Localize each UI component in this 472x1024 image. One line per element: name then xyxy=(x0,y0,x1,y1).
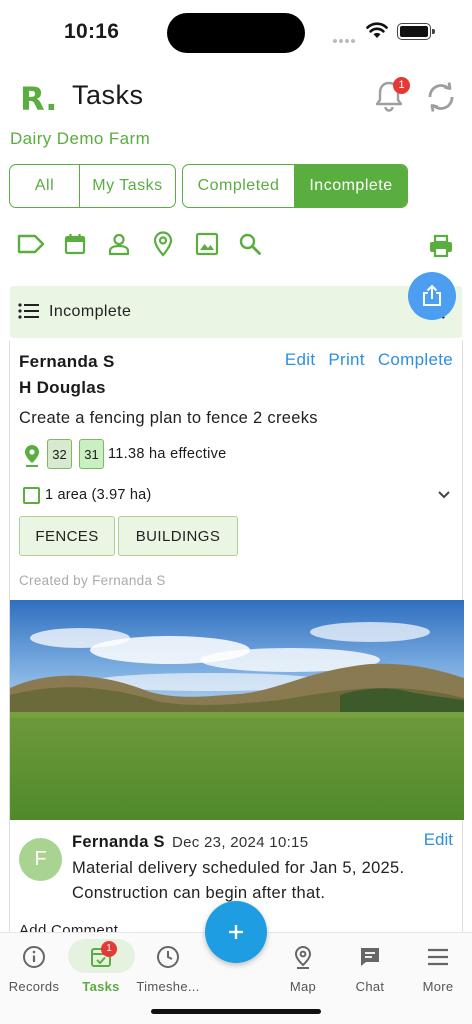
task-photo[interactable] xyxy=(10,600,464,820)
status-time: 10:16 xyxy=(64,20,120,43)
paddock-badge[interactable]: 31 xyxy=(79,439,104,469)
calendar-icon[interactable] xyxy=(60,229,90,259)
sync-icon[interactable] xyxy=(424,80,458,114)
avatar: F xyxy=(19,838,62,881)
status-bar: 10:16 xyxy=(0,0,472,60)
active-filter-banner: Incomplete xyxy=(10,286,462,338)
status-filter-group: Completed Incomplete xyxy=(182,164,408,208)
info-icon xyxy=(23,946,45,968)
print-icon[interactable] xyxy=(426,231,456,261)
nav-records[interactable]: Records xyxy=(0,939,68,1001)
notification-badge: 1 xyxy=(393,77,410,94)
nav-more[interactable]: More xyxy=(404,939,472,1001)
location-pin-icon xyxy=(25,445,39,467)
chevron-down-icon[interactable] xyxy=(437,486,451,504)
search-icon[interactable] xyxy=(235,229,265,259)
plus-icon xyxy=(229,925,243,939)
filter-all-button[interactable]: All xyxy=(10,165,79,207)
print-task-link[interactable]: Print xyxy=(328,350,364,369)
nav-label: Records xyxy=(8,979,60,994)
battery-icon xyxy=(397,23,435,40)
edit-task-link[interactable]: Edit xyxy=(285,350,316,369)
nav-timesheets[interactable]: Timeshe... xyxy=(134,939,202,1001)
comment-date: Dec 23, 2024 10:15 xyxy=(172,834,309,851)
menu-icon xyxy=(428,948,448,966)
task-assignee: Fernanda S xyxy=(19,352,115,371)
nav-chat[interactable]: Chat xyxy=(336,939,404,1001)
page-title: Tasks xyxy=(72,80,144,110)
app-header: R. Tasks 1 xyxy=(0,70,472,124)
nav-map[interactable]: Map xyxy=(269,939,337,1001)
list-icon xyxy=(18,303,39,319)
nav-label: Tasks xyxy=(82,979,120,994)
filter-incomplete-button[interactable]: Incomplete xyxy=(294,165,407,207)
comment-text: Material delivery scheduled for Jan 5, 2… xyxy=(72,859,405,902)
person-icon[interactable] xyxy=(104,229,134,259)
image-icon[interactable] xyxy=(192,229,222,259)
task-tag[interactable]: FENCES xyxy=(19,516,115,556)
filter-my-tasks-button[interactable]: My Tasks xyxy=(79,165,175,207)
task-tag[interactable]: BUILDINGS xyxy=(118,516,238,556)
tool-icons-row xyxy=(0,229,472,259)
app-logo[interactable]: R. xyxy=(20,80,57,118)
share-icon xyxy=(423,284,441,306)
chat-icon xyxy=(361,948,379,966)
cellular-signal-icon xyxy=(333,30,359,43)
farm-name[interactable]: Dairy Demo Farm xyxy=(10,129,150,149)
map-pin-icon xyxy=(294,945,312,969)
paddock-row: 32 31 11.38 ha effective xyxy=(19,439,449,471)
nav-label: Map xyxy=(289,979,317,994)
effective-area: 11.38 ha effective xyxy=(108,446,227,462)
tag-icon[interactable] xyxy=(16,229,46,259)
area-summary-row[interactable]: 1 area (3.97 ha) xyxy=(23,486,451,506)
task-assignee: H Douglas xyxy=(19,378,106,397)
paddock-badge[interactable]: 32 xyxy=(47,439,72,469)
add-task-button[interactable] xyxy=(205,901,267,963)
task-actions: Edit Print Complete xyxy=(272,350,453,370)
share-button[interactable] xyxy=(408,272,456,320)
created-by-text: Created by Fernanda S xyxy=(19,573,166,588)
task-card[interactable]: Fernanda S H Douglas Edit Print Complete C… xyxy=(9,341,464,951)
task-description: Create a fencing plan to fence 2 creeks xyxy=(19,409,318,427)
comment-author: Fernanda S xyxy=(72,833,165,851)
active-filter-label: Incomplete xyxy=(49,303,132,320)
assignment-filter-group: All My Tasks xyxy=(9,164,176,208)
nav-label: Timeshe... xyxy=(136,979,200,994)
area-square-icon xyxy=(23,487,40,504)
filter-completed-button[interactable]: Completed xyxy=(183,165,294,207)
home-indicator xyxy=(151,1009,321,1014)
nav-label: More xyxy=(422,979,454,994)
wifi-icon xyxy=(366,22,388,38)
tasks-badge: 1 xyxy=(101,941,117,957)
edit-comment-link[interactable]: Edit xyxy=(424,830,453,850)
area-summary: 1 area (3.97 ha) xyxy=(45,487,152,503)
nav-label: Chat xyxy=(355,979,385,994)
complete-task-link[interactable]: Complete xyxy=(378,350,453,369)
location-pin-icon[interactable] xyxy=(148,229,178,259)
dynamic-island xyxy=(167,13,305,53)
clock-icon xyxy=(157,946,179,968)
